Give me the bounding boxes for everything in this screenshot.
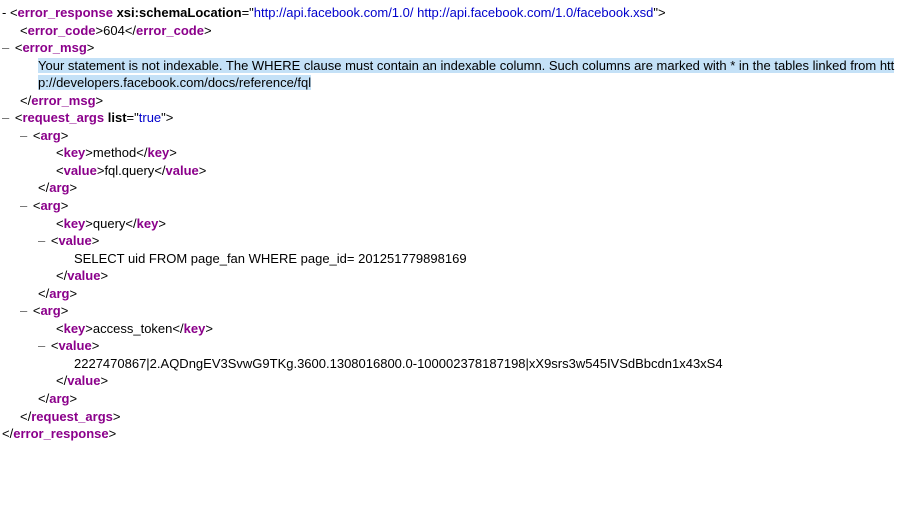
xml-error-code: <error_code>604</error_code> (2, 22, 900, 40)
xml-arg-value-close: </value> (2, 372, 900, 390)
xml-arg-key: <key>method</key> (2, 144, 900, 162)
xml-arg-value-open: – <value> (2, 337, 900, 355)
xml-arg-value-text: 2227470867|2.AQDngEV3SvwG9TKg.3600.13080… (2, 355, 900, 373)
xml-request-args-open: – <request_args list="true"> (2, 109, 900, 127)
xml-error-msg-text: Your statement is not indexable. The WHE… (2, 57, 900, 92)
xml-arg-open: – <arg> (2, 302, 900, 320)
xml-arg-value-open: – <value> (2, 232, 900, 250)
xml-request-args-close: </request_args> (2, 408, 900, 426)
xml-arg-value-text: SELECT uid FROM page_fan WHERE page_id= … (2, 250, 900, 268)
xml-arg-key: <key>query</key> (2, 215, 900, 233)
xml-arg-close: </arg> (2, 285, 900, 303)
xml-arg-close: </arg> (2, 390, 900, 408)
xml-arg-open: – <arg> (2, 127, 900, 145)
xml-arg-open: – <arg> (2, 197, 900, 215)
xml-arg-close: </arg> (2, 179, 900, 197)
xml-arg-value-close: </value> (2, 267, 900, 285)
xml-error-msg-open: – <error_msg> (2, 39, 900, 57)
xml-close-root: </error_response> (2, 425, 900, 443)
xml-tree: - <error_response xsi:schemaLocation="ht… (2, 4, 900, 443)
xml-error-msg-close: </error_msg> (2, 92, 900, 110)
xml-arg-key: <key>access_token</key> (2, 320, 900, 338)
xml-open-root: - <error_response xsi:schemaLocation="ht… (2, 4, 900, 22)
xml-arg-value: <value>fql.query</value> (2, 162, 900, 180)
